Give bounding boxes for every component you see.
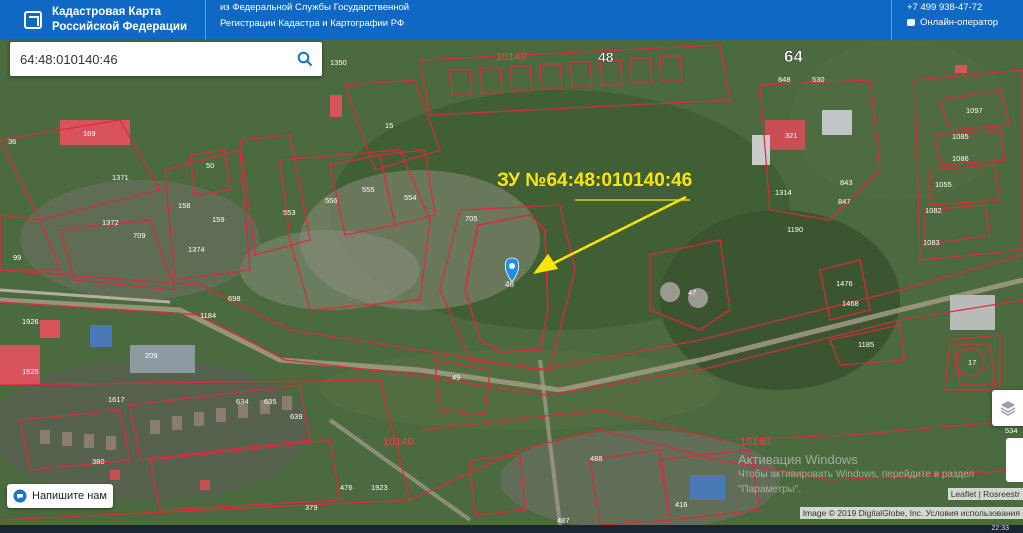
svg-text:321: 321 bbox=[785, 131, 798, 140]
svg-text:380: 380 bbox=[92, 457, 105, 466]
svg-text:555: 555 bbox=[362, 185, 375, 194]
layers-icon bbox=[1000, 401, 1016, 416]
header-divider bbox=[205, 0, 206, 40]
logo-title-line1: Кадастровая Карта bbox=[52, 6, 162, 18]
parcel-marker-label: 46 bbox=[505, 280, 514, 289]
svg-text:159: 159 bbox=[212, 215, 225, 224]
svg-text:1372: 1372 bbox=[102, 218, 119, 227]
svg-text:1097: 1097 bbox=[966, 106, 983, 115]
search-icon bbox=[297, 51, 313, 67]
header-contact: +7 499 938-47-72 Онлайн-оператор bbox=[892, 0, 1023, 40]
svg-text:209: 209 bbox=[145, 351, 158, 360]
svg-text:530: 530 bbox=[812, 75, 825, 84]
svg-text:1085: 1085 bbox=[952, 132, 969, 141]
svg-text:99: 99 bbox=[13, 253, 21, 262]
svg-text:635: 635 bbox=[264, 397, 277, 406]
svg-text:1185: 1185 bbox=[858, 340, 874, 349]
svg-text:534: 534 bbox=[1005, 426, 1018, 435]
quarter-label-top: 10140 bbox=[496, 51, 527, 63]
svg-text:476: 476 bbox=[340, 483, 353, 492]
svg-text:1374: 1374 bbox=[188, 245, 205, 254]
parcel-annotation: ЗУ №64:48:010140:46 bbox=[497, 170, 693, 191]
svg-text:843: 843 bbox=[840, 178, 853, 187]
chat-button[interactable]: Напишите нам bbox=[7, 484, 113, 508]
side-panel-button[interactable] bbox=[1006, 438, 1023, 482]
chat-button-label: Напишите нам bbox=[32, 490, 107, 502]
header-desc-line1: из Федеральной Службы Государственной bbox=[220, 2, 410, 13]
svg-text:639: 639 bbox=[290, 412, 303, 421]
svg-text:15: 15 bbox=[385, 121, 393, 130]
svg-text:1314: 1314 bbox=[775, 188, 792, 197]
imagery-attribution: Image © 2019 DigitalGlobe, Inc. Условия … bbox=[799, 507, 1023, 519]
svg-text:634: 634 bbox=[236, 397, 249, 406]
svg-text:1083: 1083 bbox=[923, 238, 940, 247]
svg-text:1617: 1617 bbox=[108, 395, 125, 404]
chat-icon bbox=[907, 19, 915, 26]
os-taskbar bbox=[0, 525, 1023, 533]
svg-text:698: 698 bbox=[228, 294, 241, 303]
quarter-label-bottom-left: 10140 bbox=[383, 436, 414, 448]
chat-bubble-icon bbox=[13, 489, 27, 503]
svg-text:169: 169 bbox=[83, 129, 96, 138]
taskbar-clock: 22:33 bbox=[991, 525, 1009, 532]
layers-button[interactable] bbox=[992, 390, 1023, 426]
svg-text:1925: 1925 bbox=[22, 367, 39, 376]
search-button[interactable] bbox=[288, 42, 322, 76]
site-header: Кадастровая Карта Российской Федерации и… bbox=[0, 0, 1023, 40]
svg-text:487: 487 bbox=[557, 516, 570, 525]
svg-text:553: 553 bbox=[283, 208, 296, 217]
svg-text:158: 158 bbox=[178, 201, 191, 210]
svg-text:416: 416 bbox=[675, 500, 688, 509]
header-desc-line2: Регистрации Кадастра и Картографии РФ bbox=[220, 18, 405, 29]
svg-text:379: 379 bbox=[305, 503, 318, 512]
cadastral-search-input[interactable] bbox=[10, 44, 288, 74]
leaflet-attribution[interactable]: Leaflet | Rosreestr bbox=[947, 488, 1023, 500]
svg-text:705: 705 bbox=[465, 214, 478, 223]
svg-text:709: 709 bbox=[133, 231, 146, 240]
svg-text:1190: 1190 bbox=[787, 225, 803, 234]
svg-text:1055: 1055 bbox=[935, 180, 952, 189]
svg-text:47: 47 bbox=[688, 288, 696, 297]
svg-text:49: 49 bbox=[452, 373, 460, 382]
svg-text:1086: 1086 bbox=[952, 154, 969, 163]
svg-text:1082: 1082 bbox=[925, 206, 942, 215]
svg-text:1184: 1184 bbox=[200, 311, 216, 320]
district-label-48: 48 bbox=[598, 49, 614, 65]
search-box bbox=[10, 42, 322, 76]
svg-text:554: 554 bbox=[404, 193, 417, 202]
phone-link[interactable]: +7 499 938-47-72 bbox=[907, 0, 1023, 15]
svg-text:1476: 1476 bbox=[836, 279, 853, 288]
site-logo[interactable]: Кадастровая Карта Российской Федерации bbox=[0, 0, 205, 40]
svg-text:1926: 1926 bbox=[22, 317, 39, 326]
svg-text:848: 848 bbox=[778, 75, 791, 84]
svg-text:17: 17 bbox=[968, 358, 976, 367]
svg-text:1468: 1468 bbox=[842, 299, 859, 308]
svg-text:556: 556 bbox=[325, 196, 338, 205]
logo-icon bbox=[24, 11, 42, 29]
svg-text:1923: 1923 bbox=[371, 483, 388, 492]
logo-title-line2: Российской Федерации bbox=[52, 21, 188, 33]
quarter-label-bottom-right: 10140 bbox=[740, 436, 771, 448]
svg-text:50: 50 bbox=[206, 161, 214, 170]
svg-text:1350: 1350 bbox=[330, 58, 347, 67]
svg-text:847: 847 bbox=[838, 197, 851, 206]
svg-text:1371: 1371 bbox=[112, 173, 129, 182]
online-operator-link[interactable]: Онлайн-оператор bbox=[907, 15, 1023, 30]
windows-activation-watermark: Активация Windows Чтобы активировать Win… bbox=[738, 452, 975, 495]
header-description: из Федеральной Службы Государственной Ре… bbox=[220, 0, 420, 40]
online-operator-label: Онлайн-оператор bbox=[920, 17, 999, 28]
svg-text:36: 36 bbox=[8, 137, 16, 146]
svg-text:488: 488 bbox=[590, 454, 603, 463]
district-label-64-right: 64 bbox=[784, 47, 803, 66]
